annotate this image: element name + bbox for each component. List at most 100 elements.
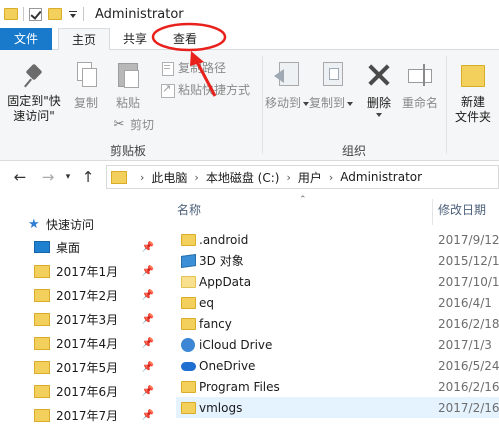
navigation-pane: ★ 快速访问 桌面 📌 2017年1月 📌 2017年2月 📌 2017年3月 … bbox=[0, 193, 160, 423]
new-folder-button[interactable]: 新建 文件夹 bbox=[452, 62, 494, 125]
new-folder-icon[interactable] bbox=[48, 8, 62, 20]
copy-button[interactable]: 复制 bbox=[70, 62, 102, 111]
nav-item-folder[interactable]: 2017年2月 📌 bbox=[0, 283, 160, 307]
breadcrumb-administrator[interactable]: Administrator bbox=[340, 170, 422, 184]
nav-item-folder[interactable]: 2017年7月 📌 bbox=[0, 403, 160, 427]
delete-button[interactable]: 删除 bbox=[364, 62, 394, 117]
tab-share[interactable]: 共享 bbox=[110, 28, 160, 50]
breadcrumb-chevron-icon[interactable]: › bbox=[194, 171, 198, 184]
toolbar-divider bbox=[83, 7, 84, 21]
file-name: 3D 对象 bbox=[199, 254, 244, 268]
move-to-button[interactable]: 移动到 bbox=[265, 60, 310, 111]
column-header-date[interactable]: 修改日期 bbox=[438, 193, 486, 225]
folder-icon bbox=[181, 296, 196, 309]
file-row[interactable]: vmlogs 2017/2/16 bbox=[176, 397, 499, 418]
pin-label-line1: 固定到"快 bbox=[7, 94, 61, 108]
folder-icon bbox=[34, 264, 50, 278]
paste-shortcut-button[interactable]: 粘贴快捷方式 bbox=[160, 81, 250, 98]
nav-item-folder[interactable]: 2017年3月 📌 bbox=[0, 307, 160, 331]
nav-item-quick-access[interactable]: ★ 快速访问 bbox=[0, 212, 160, 236]
back-arrow-icon[interactable]: ← bbox=[10, 167, 30, 187]
rename-icon bbox=[406, 62, 434, 88]
move-to-icon bbox=[273, 60, 301, 88]
file-date: 2017/1/3 bbox=[438, 337, 492, 352]
nav-item-label: 快速访问 bbox=[46, 217, 95, 232]
tab-home[interactable]: 主页 bbox=[58, 28, 111, 51]
nav-item-folder[interactable]: 2017年5月 📌 bbox=[0, 355, 160, 379]
file-date: 2015/12/1 bbox=[438, 253, 499, 268]
rename-button[interactable]: 重命名 bbox=[400, 62, 440, 111]
ribbon-tabs: 文件 主页 共享 查看 bbox=[0, 28, 499, 51]
file-row[interactable]: Program Files 2016/2/16 bbox=[176, 376, 499, 397]
file-date: 2017/10/1 bbox=[438, 274, 499, 289]
file-row[interactable]: iCloud Drive 2017/1/3 bbox=[176, 334, 499, 355]
file-name: OneDrive bbox=[199, 358, 256, 373]
breadcrumb-chevron-icon[interactable]: › bbox=[286, 171, 290, 184]
pin-icon[interactable]: 📌 bbox=[142, 266, 154, 277]
toolbar-divider bbox=[23, 7, 24, 21]
file-row[interactable]: .android 2017/9/12 bbox=[176, 229, 499, 250]
folder-icon bbox=[181, 233, 196, 246]
file-row[interactable]: OneDrive 2016/5/24 bbox=[176, 355, 499, 376]
properties-checkbox-icon[interactable] bbox=[29, 7, 42, 21]
pin-icon[interactable]: 📌 bbox=[142, 242, 154, 253]
delete-label: 删除 bbox=[366, 96, 391, 110]
clipboard-group-label: 剪贴板 bbox=[110, 144, 147, 158]
copy-path-icon bbox=[160, 61, 174, 76]
forward-arrow-icon[interactable]: → bbox=[38, 167, 58, 187]
column-divider[interactable] bbox=[432, 199, 433, 225]
nav-item-label: 桌面 bbox=[56, 240, 81, 255]
nav-item-label: 2017年6月 bbox=[56, 384, 119, 399]
file-row[interactable]: 3D 对象 2015/12/1 bbox=[176, 250, 499, 271]
delete-dropdown-icon[interactable] bbox=[376, 113, 382, 117]
customize-toolbar-icon[interactable] bbox=[68, 9, 78, 19]
title-bar: Administrator bbox=[0, 0, 499, 28]
tab-file[interactable]: 文件 bbox=[0, 28, 52, 50]
pin-icon[interactable]: 📌 bbox=[142, 314, 154, 325]
file-date: 2016/2/18 bbox=[438, 316, 499, 331]
folder-icon bbox=[34, 312, 50, 326]
copy-path-label: 复制路径 bbox=[178, 61, 227, 75]
recent-locations-chevron-icon[interactable]: ▾ bbox=[62, 167, 74, 187]
file-name: eq bbox=[199, 295, 214, 310]
breadcrumb-this-pc[interactable]: 此电脑 bbox=[151, 169, 187, 186]
file-name: .android bbox=[199, 232, 249, 247]
cut-button[interactable]: ✂ 剪切 bbox=[112, 116, 154, 133]
file-row[interactable]: eq 2016/4/1 bbox=[176, 292, 499, 313]
file-list: ⌃ 名称 修改日期 .android 2017/9/12 3D 对象 2015/… bbox=[160, 193, 499, 419]
copy-path-button[interactable]: 复制路径 bbox=[160, 59, 226, 76]
nav-item-folder[interactable]: 2017年1月 📌 bbox=[0, 259, 160, 283]
pin-icon[interactable]: 📌 bbox=[142, 290, 154, 301]
breadcrumb-users[interactable]: 用户 bbox=[298, 169, 322, 186]
copy-to-button[interactable]: 复制到 bbox=[309, 60, 354, 111]
column-header-name[interactable]: 名称 bbox=[177, 193, 201, 225]
nav-item-folder[interactable]: 2017年4月 📌 bbox=[0, 331, 160, 355]
sort-caret-icon: ⌃ bbox=[299, 195, 307, 205]
file-date: 2017/2/16 bbox=[438, 400, 499, 415]
3d-objects-icon bbox=[181, 253, 196, 268]
breadcrumb-chevron-icon[interactable]: › bbox=[140, 171, 144, 184]
breadcrumb-chevron-icon[interactable]: › bbox=[329, 171, 333, 184]
paste-button[interactable]: 粘贴 bbox=[112, 60, 144, 111]
pin-icon[interactable]: 📌 bbox=[142, 386, 154, 397]
tab-view[interactable]: 查看 bbox=[160, 28, 210, 50]
nav-item-desktop[interactable]: 桌面 📌 bbox=[0, 235, 160, 259]
folder-icon bbox=[34, 288, 50, 302]
address-folder-icon bbox=[111, 170, 127, 184]
pin-icon[interactable]: 📌 bbox=[142, 338, 154, 349]
up-arrow-icon[interactable]: ↑ bbox=[78, 167, 98, 187]
pin-icon bbox=[24, 64, 44, 90]
address-bar: ← → ▾ ↑ › 此电脑 › 本地磁盘 (C:) › 用户 › Adminis… bbox=[0, 161, 499, 193]
nav-item-folder[interactable]: 2017年6月 📌 bbox=[0, 379, 160, 403]
pin-to-quick-access-button[interactable]: 固定到"快 速访问" bbox=[4, 64, 64, 124]
move-to-label: 移动到 bbox=[265, 96, 310, 111]
file-row[interactable]: fancy 2016/2/18 bbox=[176, 313, 499, 334]
breadcrumb-local-disk[interactable]: 本地磁盘 (C:) bbox=[206, 169, 280, 186]
file-row[interactable]: AppData 2017/10/1 bbox=[176, 271, 499, 292]
delete-icon bbox=[366, 62, 392, 88]
copy-to-label: 复制到 bbox=[309, 96, 354, 111]
file-date: 2016/5/24 bbox=[438, 358, 499, 373]
pin-icon[interactable]: 📌 bbox=[142, 362, 154, 373]
new-folder-label-line1: 新建 bbox=[460, 95, 485, 109]
address-field[interactable]: › 此电脑 › 本地磁盘 (C:) › 用户 › Administrator bbox=[106, 165, 499, 189]
